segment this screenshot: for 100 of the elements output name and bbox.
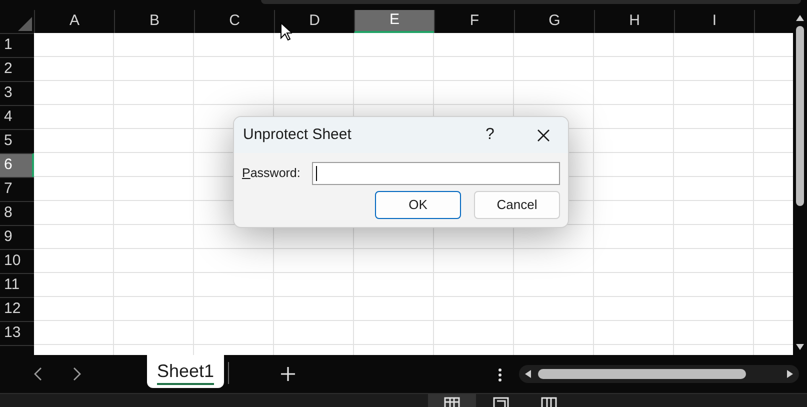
grid-cell[interactable] xyxy=(114,153,194,177)
grid-cell[interactable] xyxy=(114,273,194,297)
grid-cell[interactable] xyxy=(274,273,354,297)
grid-cell[interactable] xyxy=(274,297,354,321)
scroll-up-icon[interactable] xyxy=(795,14,805,22)
row-header[interactable]: 10 xyxy=(0,249,34,273)
row-header[interactable]: 1 xyxy=(0,33,34,57)
row-header[interactable]: 5 xyxy=(0,129,34,153)
grid-cell[interactable] xyxy=(354,297,434,321)
row-header[interactable]: 3 xyxy=(0,81,34,105)
grid-cell[interactable] xyxy=(194,321,274,345)
scroll-right-icon[interactable] xyxy=(786,369,794,379)
column-header[interactable]: A xyxy=(34,10,114,33)
grid-cell[interactable] xyxy=(194,297,274,321)
grid-cell[interactable] xyxy=(594,81,674,105)
grid-cell[interactable] xyxy=(594,273,674,297)
grid-cell[interactable] xyxy=(674,177,754,201)
row-header[interactable]: 4 xyxy=(0,105,34,129)
grid-cell[interactable] xyxy=(674,129,754,153)
password-field[interactable] xyxy=(312,162,560,185)
grid-cell[interactable] xyxy=(114,105,194,129)
grid-cell[interactable] xyxy=(594,33,674,57)
grid-cell[interactable] xyxy=(674,105,754,129)
row-header[interactable]: 6 xyxy=(0,153,34,177)
grid-cell[interactable] xyxy=(434,321,514,345)
row-header[interactable]: 12 xyxy=(0,297,34,321)
grid-cell[interactable] xyxy=(434,33,514,57)
grid-cell[interactable] xyxy=(674,321,754,345)
add-sheet-button[interactable] xyxy=(279,365,298,383)
grid-cell[interactable] xyxy=(114,129,194,153)
help-button[interactable]: ? xyxy=(470,120,510,150)
grid-cell[interactable] xyxy=(34,201,114,225)
grid-cell[interactable] xyxy=(514,81,594,105)
more-options-button[interactable] xyxy=(497,367,504,383)
grid-cell[interactable] xyxy=(34,153,114,177)
scroll-thumb[interactable] xyxy=(538,369,746,379)
grid-cell[interactable] xyxy=(34,273,114,297)
grid-cell[interactable] xyxy=(114,297,194,321)
grid-cell[interactable] xyxy=(434,57,514,81)
grid-cell[interactable] xyxy=(194,57,274,81)
grid-cell[interactable] xyxy=(674,81,754,105)
scroll-left-icon[interactable] xyxy=(524,369,532,379)
grid-cell[interactable] xyxy=(34,33,114,57)
grid-cell[interactable] xyxy=(674,201,754,225)
grid-cell[interactable] xyxy=(114,81,194,105)
grid-cell[interactable] xyxy=(34,177,114,201)
grid-cell[interactable] xyxy=(674,153,754,177)
grid-cell[interactable] xyxy=(674,249,754,273)
grid-cell[interactable] xyxy=(274,249,354,273)
grid-cell[interactable] xyxy=(114,249,194,273)
grid-cell[interactable] xyxy=(274,321,354,345)
grid-cell[interactable] xyxy=(114,321,194,345)
column-header[interactable]: C xyxy=(194,10,274,33)
grid-cell[interactable] xyxy=(354,57,434,81)
grid-cell[interactable] xyxy=(514,57,594,81)
grid-cell[interactable] xyxy=(34,225,114,249)
grid-cell[interactable] xyxy=(354,81,434,105)
grid-cell[interactable] xyxy=(594,225,674,249)
dialog-button[interactable]: OK xyxy=(375,191,461,219)
row-header[interactable]: 13 xyxy=(0,321,34,345)
row-header[interactable]: 7 xyxy=(0,177,34,201)
grid-cell[interactable] xyxy=(194,81,274,105)
grid-cell[interactable] xyxy=(434,249,514,273)
grid-cell[interactable] xyxy=(194,33,274,57)
grid-cell[interactable] xyxy=(594,177,674,201)
grid-cell[interactable] xyxy=(434,273,514,297)
scroll-down-icon[interactable] xyxy=(795,343,805,351)
grid-cell[interactable] xyxy=(674,57,754,81)
grid-cell[interactable] xyxy=(114,57,194,81)
grid-cell[interactable] xyxy=(34,57,114,81)
grid-cell[interactable] xyxy=(354,273,434,297)
grid-cell[interactable] xyxy=(514,33,594,57)
grid-cell[interactable] xyxy=(274,57,354,81)
grid-cell[interactable] xyxy=(594,201,674,225)
column-header[interactable]: G xyxy=(514,10,594,33)
grid-cell[interactable] xyxy=(594,249,674,273)
grid-cell[interactable] xyxy=(594,297,674,321)
column-header[interactable]: I xyxy=(674,10,754,33)
scroll-thumb[interactable] xyxy=(796,26,804,206)
normal-view-button[interactable] xyxy=(428,394,476,407)
grid-cell[interactable] xyxy=(594,105,674,129)
grid-cell[interactable] xyxy=(114,33,194,57)
grid-cell[interactable] xyxy=(514,249,594,273)
grid-cell[interactable] xyxy=(34,321,114,345)
grid-cell[interactable] xyxy=(34,249,114,273)
grid-cell[interactable] xyxy=(674,33,754,57)
grid-cell[interactable] xyxy=(674,273,754,297)
grid-cell[interactable] xyxy=(114,225,194,249)
horizontal-scrollbar[interactable] xyxy=(519,365,800,383)
grid-cell[interactable] xyxy=(594,57,674,81)
grid-cell[interactable] xyxy=(674,297,754,321)
row-header[interactable]: 11 xyxy=(0,273,34,297)
row-header[interactable]: 9 xyxy=(0,225,34,249)
column-header[interactable]: H xyxy=(594,10,674,33)
grid-cell[interactable] xyxy=(114,177,194,201)
row-header[interactable]: 2 xyxy=(0,57,34,81)
column-header[interactable]: E xyxy=(354,10,434,33)
grid-cell[interactable] xyxy=(274,81,354,105)
grid-cell[interactable] xyxy=(594,321,674,345)
grid-cell[interactable] xyxy=(594,153,674,177)
